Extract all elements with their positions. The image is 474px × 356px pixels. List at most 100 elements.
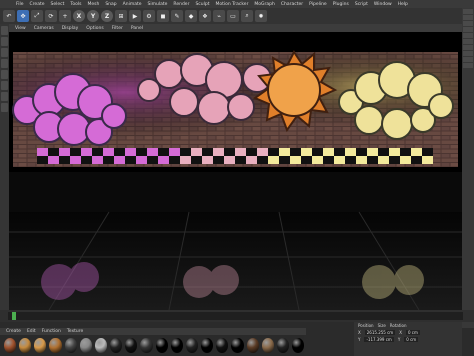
- object-row[interactable]: [463, 15, 473, 20]
- material-swatch[interactable]: [34, 338, 47, 353]
- checker-tile: [37, 148, 48, 156]
- viewport-menu-item[interactable]: View: [15, 26, 26, 31]
- tool-icon[interactable]: [1, 59, 8, 68]
- menu-item[interactable]: Render: [173, 2, 189, 7]
- menu-item[interactable]: Mesh: [87, 2, 99, 7]
- tool-icon[interactable]: [1, 92, 8, 101]
- tool-icon[interactable]: [1, 37, 8, 46]
- checker-tile: [345, 156, 356, 164]
- checker-tile: [400, 156, 411, 164]
- material-swatch[interactable]: [276, 338, 289, 353]
- menu-item[interactable]: Sculpt: [195, 2, 209, 7]
- tool-icon[interactable]: [1, 103, 8, 112]
- z-axis-button[interactable]: Z: [101, 10, 113, 22]
- menu-item[interactable]: Window: [374, 2, 392, 7]
- menu-item[interactable]: Character: [281, 2, 303, 7]
- menu-item[interactable]: Motion Tracker: [216, 2, 249, 7]
- menu-item[interactable]: Create: [30, 2, 45, 7]
- viewport-menu-item[interactable]: Options: [86, 26, 103, 31]
- menu-item[interactable]: Animate: [123, 2, 142, 7]
- object-row[interactable]: [463, 21, 473, 26]
- material-menu-item[interactable]: Create: [6, 329, 21, 334]
- menu-item[interactable]: Help: [398, 2, 408, 7]
- material-swatch[interactable]: [246, 338, 259, 353]
- object-row[interactable]: [463, 63, 473, 68]
- object-row[interactable]: [463, 45, 473, 50]
- checker-tile: [235, 156, 246, 164]
- material-swatch[interactable]: [140, 338, 153, 353]
- menu-item[interactable]: Pipeline: [309, 2, 327, 7]
- object-row[interactable]: [463, 9, 473, 14]
- add-icon[interactable]: +: [59, 10, 71, 22]
- deformer-icon[interactable]: ⌁: [213, 10, 225, 22]
- material-swatch[interactable]: [155, 338, 168, 353]
- menu-item[interactable]: MoGraph: [254, 2, 274, 7]
- camera-icon[interactable]: ⌕: [241, 10, 253, 22]
- material-swatch[interactable]: [185, 338, 199, 353]
- viewport-menu-item[interactable]: Filter: [112, 26, 123, 31]
- object-row[interactable]: [463, 57, 473, 62]
- checker-tile: [268, 148, 279, 156]
- material-swatch[interactable]: [216, 338, 229, 353]
- viewport-menu-item[interactable]: Cameras: [34, 26, 54, 31]
- tool-icon[interactable]: [1, 81, 8, 90]
- menu-item[interactable]: Snap: [105, 2, 116, 7]
- subdivision-icon[interactable]: ◆: [185, 10, 197, 22]
- rotate-tool-icon[interactable]: ⟳: [45, 10, 57, 22]
- material-menu-item[interactable]: Function: [42, 329, 61, 334]
- viewport-menu-item[interactable]: Display: [62, 26, 79, 31]
- position-y-field[interactable]: -117.399 cm: [364, 337, 394, 342]
- menu-item[interactable]: Simulate: [148, 2, 168, 7]
- size-y-field[interactable]: 0 cm: [404, 337, 419, 342]
- timeline[interactable]: [0, 310, 474, 322]
- object-row[interactable]: [463, 33, 473, 38]
- checker-tile: [202, 148, 213, 156]
- cube-icon[interactable]: ◼: [157, 10, 169, 22]
- menu-item[interactable]: Tools: [70, 2, 81, 7]
- object-row[interactable]: [463, 51, 473, 56]
- viewport-menu-item[interactable]: Panel: [131, 26, 143, 31]
- undo-icon[interactable]: ↶: [3, 10, 15, 22]
- 3d-viewport[interactable]: [9, 32, 462, 310]
- material-swatch[interactable]: [110, 338, 123, 353]
- render-view-icon[interactable]: ▶: [129, 10, 141, 22]
- tool-icon[interactable]: [1, 70, 8, 79]
- floor-icon[interactable]: ▭: [227, 10, 239, 22]
- position-x-field[interactable]: 2615.255 cm: [364, 330, 396, 335]
- material-swatch[interactable]: [291, 338, 305, 353]
- size-x-field[interactable]: 0 cm: [405, 330, 420, 335]
- material-swatch[interactable]: [170, 338, 183, 353]
- scale-tool-icon[interactable]: ⤢: [31, 10, 43, 22]
- y-axis-button[interactable]: Y: [87, 10, 99, 22]
- material-swatch[interactable]: [231, 338, 244, 353]
- material-swatch[interactable]: [261, 338, 274, 353]
- object-row[interactable]: [463, 27, 473, 32]
- light-icon[interactable]: ✹: [255, 10, 267, 22]
- menu-item[interactable]: Script: [355, 2, 368, 7]
- menu-item[interactable]: Select: [50, 2, 64, 7]
- material-swatch[interactable]: [64, 338, 77, 353]
- material-swatch[interactable]: [94, 338, 108, 353]
- material-swatch[interactable]: [49, 338, 62, 353]
- menu-item[interactable]: Plugins: [333, 2, 349, 7]
- tool-icon[interactable]: [1, 48, 8, 57]
- material-swatch[interactable]: [4, 338, 17, 353]
- material-menu-item[interactable]: Edit: [27, 329, 36, 334]
- checker-tile: [268, 156, 279, 164]
- tool-icon[interactable]: [1, 26, 8, 35]
- coordinate-icon[interactable]: ⊞: [115, 10, 127, 22]
- material-swatch[interactable]: [19, 338, 32, 353]
- material-swatch[interactable]: [201, 338, 214, 353]
- checker-tile: [279, 148, 290, 156]
- render-settings-icon[interactable]: ⚙: [143, 10, 155, 22]
- material-swatch[interactable]: [79, 338, 92, 353]
- x-axis-button[interactable]: X: [73, 10, 85, 22]
- array-icon[interactable]: ❖: [199, 10, 211, 22]
- menu-item[interactable]: File: [16, 2, 24, 7]
- pen-icon[interactable]: ✎: [171, 10, 183, 22]
- checker-tile: [125, 156, 136, 164]
- object-row[interactable]: [463, 39, 473, 44]
- material-menu-item[interactable]: Texture: [67, 329, 83, 334]
- material-swatch[interactable]: [125, 338, 138, 353]
- move-tool-icon[interactable]: ✥: [17, 10, 29, 22]
